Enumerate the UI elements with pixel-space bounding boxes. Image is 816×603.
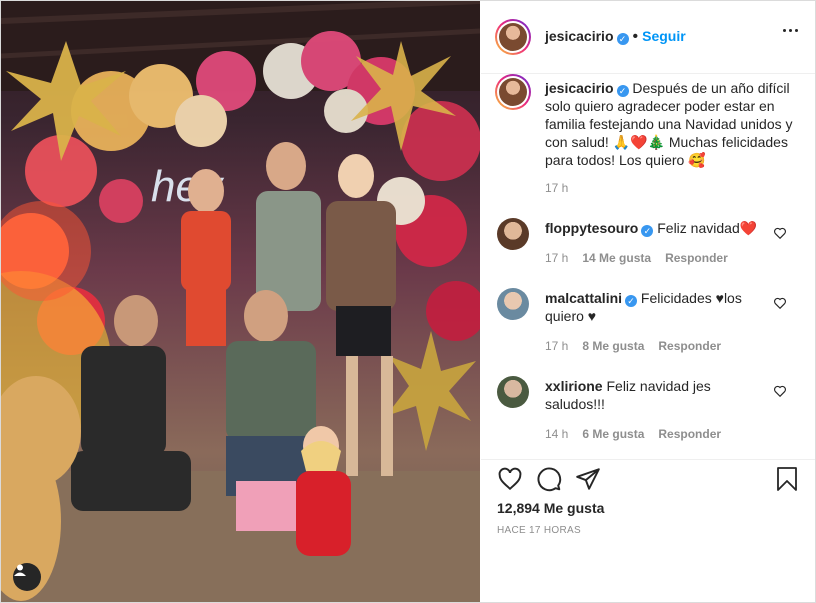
like-comment-heart-icon[interactable] — [773, 226, 787, 240]
comment-likes[interactable]: 8 Me gusta — [582, 339, 644, 353]
comment-meta: 17 h 8 Me gusta Responder — [545, 339, 721, 353]
more-options-icon[interactable] — [783, 29, 799, 33]
comments-section: jesicacirio ✓ Después de un año difícil s… — [481, 74, 815, 459]
comment-icon[interactable] — [536, 466, 562, 492]
paper-plane-icon[interactable] — [575, 466, 601, 492]
reply-button[interactable]: Responder — [658, 339, 721, 353]
commenter-avatar[interactable] — [497, 376, 529, 408]
author-avatar[interactable] — [495, 19, 531, 55]
verified-badge-icon: ✓ — [616, 33, 629, 45]
like-comment-heart-icon[interactable] — [773, 296, 787, 310]
post-actions: 12,894 Me gusta HACE 17 HORAS — [481, 459, 815, 603]
like-count[interactable]: 12,894 Me gusta — [497, 500, 604, 516]
comment-meta: 17 h 14 Me gusta Responder — [545, 251, 728, 265]
heart-icon[interactable] — [497, 466, 523, 492]
comment-username[interactable]: floppytesouro — [545, 220, 638, 236]
post-sidebar: jesicacirio ✓ • Seguir jesicacirio ✓ Después… — [481, 1, 815, 602]
like-comment-heart-icon[interactable] — [773, 384, 787, 398]
reply-button[interactable]: Responder — [665, 251, 728, 265]
commenter-avatar[interactable] — [497, 288, 529, 320]
user-tag-icon[interactable] — [13, 563, 41, 591]
post-timestamp[interactable]: HACE 17 HORAS — [497, 525, 581, 536]
verified-badge-icon: ✓ — [625, 295, 638, 307]
caption-time[interactable]: 17 h — [545, 181, 568, 195]
comment-body: xxlirione Feliz navidad jes saludos!!! — [545, 377, 755, 413]
comment-username[interactable]: malcattalini — [545, 290, 622, 306]
caption-username[interactable]: jesicacirio — [545, 80, 614, 96]
comment-meta: 14 h 6 Me gusta Responder — [545, 427, 721, 441]
photo-illustration: hey — [1, 1, 480, 602]
reply-button[interactable]: Responder — [658, 427, 721, 441]
comment-time[interactable]: 17 h — [545, 251, 568, 265]
follow-button[interactable]: Seguir — [642, 28, 686, 44]
comment-time[interactable]: 17 h — [545, 339, 568, 353]
verified-badge-icon: ✓ — [641, 225, 654, 237]
post-photo[interactable]: hey — [1, 1, 480, 602]
comment-time[interactable]: 14 h — [545, 427, 568, 441]
caption: jesicacirio ✓ Después de un año difícil s… — [545, 79, 795, 169]
header-user-row: jesicacirio ✓ • Seguir — [545, 28, 686, 46]
separator-dot: • — [632, 28, 639, 45]
verified-badge-icon: ✓ — [616, 85, 629, 97]
commenter-avatar[interactable] — [497, 218, 529, 250]
bookmark-icon[interactable] — [775, 466, 799, 492]
author-username[interactable]: jesicacirio — [545, 28, 614, 44]
comment-likes[interactable]: 6 Me gusta — [582, 427, 644, 441]
comment-body: malcattalini ✓ Felicidades ♥los quiero ♥ — [545, 289, 755, 325]
post-header: jesicacirio ✓ • Seguir — [481, 1, 815, 74]
comment-username[interactable]: xxlirione — [545, 378, 603, 394]
comment-likes[interactable]: 14 Me gusta — [582, 251, 651, 265]
comment-text: Feliz navidad❤️ — [657, 220, 758, 236]
comment-body: floppytesouro ✓ Feliz navidad❤️ — [545, 219, 775, 237]
caption-author-avatar[interactable] — [495, 74, 531, 110]
post-modal: hey jesicacirio ✓ • Seguir jesicacirio ✓… — [0, 0, 816, 603]
